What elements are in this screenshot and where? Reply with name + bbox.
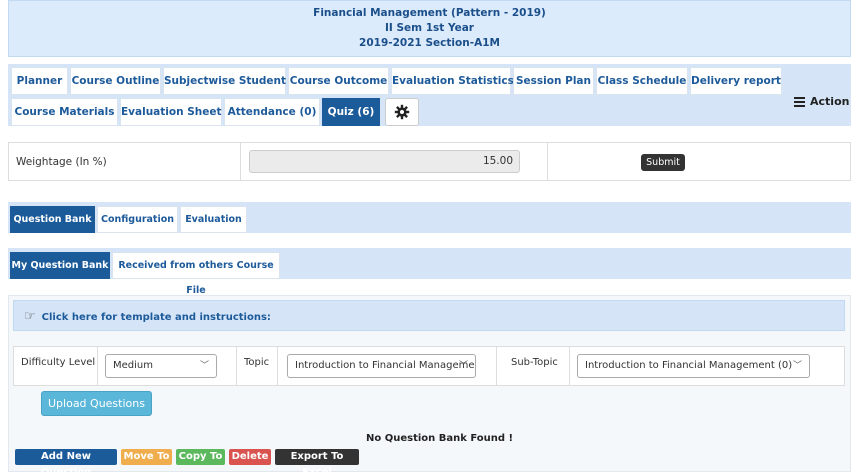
divider	[547, 143, 548, 180]
tab-evaluation[interactable]: Evaluation	[180, 206, 247, 233]
tab-subjectwise-student[interactable]: Subjectwise Student	[163, 67, 286, 95]
difficulty-value: Medium	[113, 360, 153, 371]
action-label: Action	[810, 95, 850, 108]
tab-evaluation-sheet[interactable]: Evaluation Sheet	[120, 98, 222, 126]
tab-evaluation-statistics[interactable]: Evaluation Statistics	[391, 67, 514, 95]
divider	[569, 347, 570, 385]
filter-row: Difficulty Level Medium ﹀ Topic Introduc…	[13, 346, 845, 386]
topic-select[interactable]: Introduction to Financial Managemen ﹀	[287, 354, 476, 378]
instructions-link[interactable]: ☞ Click here for template and instruction…	[13, 300, 845, 331]
divider	[97, 347, 98, 385]
tab-course-outcome[interactable]: Course Outcome	[288, 67, 389, 95]
course-title: Financial Management (Pattern - 2019)	[313, 7, 546, 19]
hamburger-icon	[794, 95, 805, 109]
topic-value: Introduction to Financial Managemen	[295, 360, 476, 371]
tab-class-schedule[interactable]: Class Schedule	[596, 67, 688, 95]
semester-label: II Sem 1st Year	[384, 22, 474, 34]
tab-session-plan[interactable]: Session Plan	[513, 67, 594, 95]
tab-course-outline[interactable]: Course Outline	[70, 67, 161, 95]
tab-question-bank[interactable]: Question Bank	[10, 206, 95, 233]
subtopic-select[interactable]: Introduction to Financial Management (0)…	[577, 354, 810, 378]
copy-to-button[interactable]: Copy To	[176, 449, 225, 465]
section-label: 2019-2021 Section-A1M	[359, 37, 500, 49]
tab-planner[interactable]: Planner	[11, 67, 68, 95]
tab-quiz[interactable]: Quiz (6)	[322, 98, 380, 126]
chevron-down-icon: ﹀	[792, 361, 802, 371]
difficulty-select[interactable]: Medium ﹀	[105, 354, 217, 378]
upload-questions-button[interactable]: Upload Questions	[41, 391, 152, 416]
pointing-hand-icon: ☞	[24, 309, 36, 324]
add-new-question-button[interactable]: Add New Question	[15, 449, 117, 472]
divider	[236, 347, 237, 385]
subtopic-label: Sub-Topic	[511, 357, 558, 368]
divider	[277, 347, 278, 385]
export-to-excel-button[interactable]: Export To Excel	[275, 449, 359, 472]
move-to-button[interactable]: Move To	[121, 449, 172, 465]
divider	[496, 347, 497, 385]
tab-delivery-report[interactable]: Delivery report	[690, 67, 782, 95]
tab-my-question-bank[interactable]: My Question Bank	[10, 252, 110, 279]
bank-tab-bar: My Question Bank Received from others Co…	[8, 248, 851, 296]
action-menu-button[interactable]: Action	[794, 95, 849, 109]
tab-course-materials[interactable]: Course Materials	[11, 98, 118, 126]
chevron-down-icon: ﹀	[458, 361, 468, 371]
tab-received-from-others[interactable]: Received from others Course File	[112, 252, 280, 296]
instructions-text: Click here for template and instructions…	[41, 312, 271, 323]
section-tab-bar: Question Bank Configuration Evaluation	[8, 202, 851, 233]
settings-button[interactable]	[385, 98, 419, 126]
gear-icon	[394, 104, 410, 120]
empty-state-message: No Question Bank Found !	[366, 433, 514, 444]
tab-configuration[interactable]: Configuration	[97, 206, 178, 233]
submit-button[interactable]: Submit	[641, 154, 685, 171]
course-header: Financial Management (Pattern - 2019) II…	[8, 0, 851, 57]
weightage-row: Weightage (In %) 15.00 Submit	[8, 142, 851, 181]
topic-label: Topic	[244, 357, 270, 368]
tab-attendance[interactable]: Attendance (0)	[224, 98, 320, 126]
delete-button[interactable]: Delete	[229, 449, 271, 465]
subtopic-value: Introduction to Financial Management (0)	[585, 360, 793, 371]
weightage-label: Weightage (In %)	[9, 143, 241, 180]
weightage-input[interactable]: 15.00	[249, 150, 520, 173]
chevron-down-icon: ﹀	[199, 361, 209, 371]
difficulty-label: Difficulty Level	[21, 357, 96, 368]
